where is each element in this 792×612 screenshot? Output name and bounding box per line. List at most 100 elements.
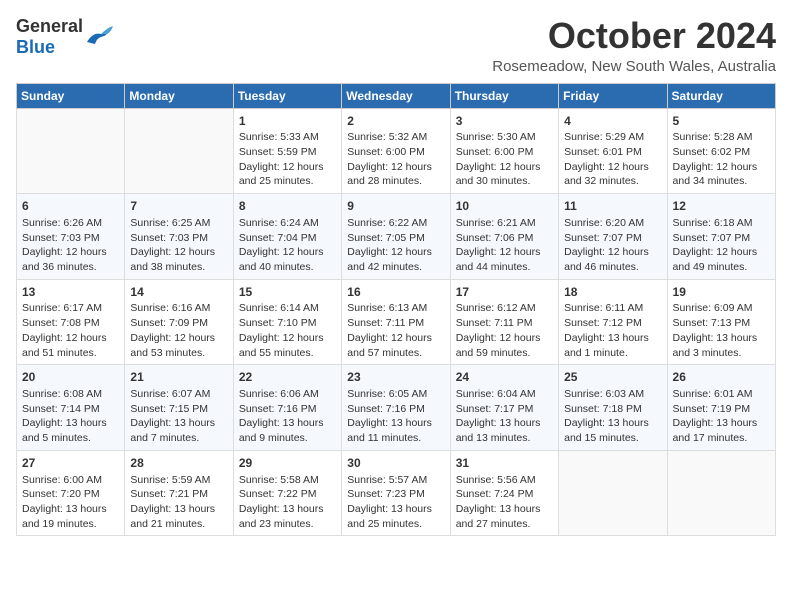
sunset-text: Sunset: 7:05 PM [347, 232, 425, 244]
day-number: 1 [239, 113, 336, 130]
day-number: 4 [564, 113, 661, 130]
calendar-cell: 23Sunrise: 6:05 AMSunset: 7:16 PMDayligh… [342, 365, 450, 451]
day-header-tuesday: Tuesday [233, 83, 341, 108]
daylight-text: Daylight: 12 hours and 44 minutes. [456, 246, 541, 273]
calendar-cell: 3Sunrise: 5:30 AMSunset: 6:00 PMDaylight… [450, 108, 558, 194]
sunset-text: Sunset: 7:10 PM [239, 317, 317, 329]
calendar-cell: 11Sunrise: 6:20 AMSunset: 7:07 PMDayligh… [559, 194, 667, 280]
sunrise-text: Sunrise: 6:01 AM [673, 388, 753, 400]
sunrise-text: Sunrise: 5:59 AM [130, 474, 210, 486]
calendar-cell: 22Sunrise: 6:06 AMSunset: 7:16 PMDayligh… [233, 365, 341, 451]
daylight-text: Daylight: 13 hours and 21 minutes. [130, 503, 215, 530]
logo-bird-icon [85, 24, 113, 46]
calendar-cell: 12Sunrise: 6:18 AMSunset: 7:07 PMDayligh… [667, 194, 775, 280]
day-number: 31 [456, 455, 553, 472]
sunrise-text: Sunrise: 5:33 AM [239, 131, 319, 143]
day-header-thursday: Thursday [450, 83, 558, 108]
sunrise-text: Sunrise: 6:16 AM [130, 302, 210, 314]
day-number: 18 [564, 284, 661, 301]
day-header-saturday: Saturday [667, 83, 775, 108]
day-number: 10 [456, 198, 553, 215]
sunrise-text: Sunrise: 6:25 AM [130, 217, 210, 229]
daylight-text: Daylight: 12 hours and 49 minutes. [673, 246, 758, 273]
day-number: 9 [347, 198, 444, 215]
daylight-text: Daylight: 13 hours and 17 minutes. [673, 417, 758, 444]
day-number: 11 [564, 198, 661, 215]
sunrise-text: Sunrise: 6:12 AM [456, 302, 536, 314]
sunset-text: Sunset: 7:19 PM [673, 403, 751, 415]
sunrise-text: Sunrise: 6:14 AM [239, 302, 319, 314]
day-number: 3 [456, 113, 553, 130]
day-header-monday: Monday [125, 83, 233, 108]
logo: General Blue [16, 16, 113, 58]
daylight-text: Daylight: 12 hours and 40 minutes. [239, 246, 324, 273]
sunset-text: Sunset: 7:13 PM [673, 317, 751, 329]
day-number: 30 [347, 455, 444, 472]
day-number: 24 [456, 369, 553, 386]
day-number: 26 [673, 369, 770, 386]
calendar-cell: 5Sunrise: 5:28 AMSunset: 6:02 PMDaylight… [667, 108, 775, 194]
sunset-text: Sunset: 7:18 PM [564, 403, 642, 415]
sunrise-text: Sunrise: 6:20 AM [564, 217, 644, 229]
sunset-text: Sunset: 7:08 PM [22, 317, 100, 329]
day-number: 7 [130, 198, 227, 215]
sunrise-text: Sunrise: 6:11 AM [564, 302, 643, 314]
sunset-text: Sunset: 7:07 PM [673, 232, 751, 244]
calendar-table: SundayMondayTuesdayWednesdayThursdayFrid… [16, 83, 776, 537]
sunrise-text: Sunrise: 6:22 AM [347, 217, 427, 229]
calendar-cell: 10Sunrise: 6:21 AMSunset: 7:06 PMDayligh… [450, 194, 558, 280]
calendar-cell: 16Sunrise: 6:13 AMSunset: 7:11 PMDayligh… [342, 279, 450, 365]
daylight-text: Daylight: 12 hours and 36 minutes. [22, 246, 107, 273]
day-number: 22 [239, 369, 336, 386]
calendar-cell: 25Sunrise: 6:03 AMSunset: 7:18 PMDayligh… [559, 365, 667, 451]
sunset-text: Sunset: 7:20 PM [22, 488, 100, 500]
logo-blue-text: Blue [16, 37, 55, 57]
calendar-cell: 1Sunrise: 5:33 AMSunset: 5:59 PMDaylight… [233, 108, 341, 194]
sunset-text: Sunset: 5:59 PM [239, 146, 317, 158]
day-number: 13 [22, 284, 119, 301]
daylight-text: Daylight: 12 hours and 53 minutes. [130, 332, 215, 359]
calendar-cell: 13Sunrise: 6:17 AMSunset: 7:08 PMDayligh… [17, 279, 125, 365]
calendar-cell: 14Sunrise: 6:16 AM Sunset: 7:09 PM Dayligh… [125, 279, 233, 365]
calendar-body: 1Sunrise: 5:33 AM Sunset: 5:59 PM Daylight… [17, 108, 776, 536]
calendar-cell: 28Sunrise: 5:59 AMSunset: 7:21 PMDayligh… [125, 450, 233, 536]
daylight-text: Daylight: 13 hours and 5 minutes. [22, 417, 107, 444]
sunrise-text: Sunrise: 6:13 AM [347, 302, 427, 314]
sunrise-text: Sunrise: 5:28 AM [673, 131, 753, 143]
daylight-text: Daylight: 12 hours and 59 minutes. [456, 332, 541, 359]
day-number: 20 [22, 369, 119, 386]
sunset-text: Sunset: 7:04 PM [239, 232, 317, 244]
sunrise-text: Sunrise: 5:29 AM [564, 131, 644, 143]
day-number: 15 [239, 284, 336, 301]
calendar-week-1: 1Sunrise: 5:33 AM Sunset: 5:59 PM Daylight… [17, 108, 776, 194]
daylight-text: Daylight: 13 hours and 3 minutes. [673, 332, 758, 359]
calendar-cell: 4Sunrise: 5:29 AMSunset: 6:01 PMDaylight… [559, 108, 667, 194]
sunrise-text: Sunrise: 5:57 AM [347, 474, 427, 486]
daylight-text: Daylight: 12 hours and 46 minutes. [564, 246, 649, 273]
daylight-text: Daylight: 12 hours and 34 minutes. [673, 161, 758, 188]
sunrise-text: Sunrise: 6:07 AM [130, 388, 210, 400]
sunset-text: Sunset: 7:06 PM [456, 232, 534, 244]
day-number: 12 [673, 198, 770, 215]
day-header-friday: Friday [559, 83, 667, 108]
calendar-cell: 29Sunrise: 5:58 AMSunset: 7:22 PMDayligh… [233, 450, 341, 536]
daylight-text: Daylight: 13 hours and 11 minutes. [347, 417, 432, 444]
sunset-text: Sunset: 7:03 PM [130, 232, 208, 244]
day-number: 14 [130, 284, 227, 301]
sunrise-text: Sunrise: 5:56 AM [456, 474, 536, 486]
calendar-cell [17, 108, 125, 194]
daylight-text: Daylight: 13 hours and 7 minutes. [130, 417, 215, 444]
sunset-text: Sunset: 7:09 PM [130, 317, 208, 329]
page-header: General Blue October 2024 Rosemeadow, Ne… [16, 16, 776, 75]
daylight-text: Daylight: 12 hours and 30 minutes. [456, 161, 541, 188]
day-number: 29 [239, 455, 336, 472]
daylight-text: Daylight: 12 hours and 57 minutes. [347, 332, 432, 359]
sunset-text: Sunset: 6:01 PM [564, 146, 642, 158]
calendar-cell: 9Sunrise: 6:22 AMSunset: 7:05 PMDaylight… [342, 194, 450, 280]
calendar-cell: 15Sunrise: 6:14 AMSunset: 7:10 PMDayligh… [233, 279, 341, 365]
sunset-text: Sunset: 7:16 PM [347, 403, 425, 415]
sunrise-text: Sunrise: 5:32 AM [347, 131, 427, 143]
calendar-cell: 27Sunrise: 6:00 AMSunset: 7:20 PMDayligh… [17, 450, 125, 536]
sunset-text: Sunset: 7:11 PM [347, 317, 424, 329]
daylight-text: Daylight: 13 hours and 23 minutes. [239, 503, 324, 530]
